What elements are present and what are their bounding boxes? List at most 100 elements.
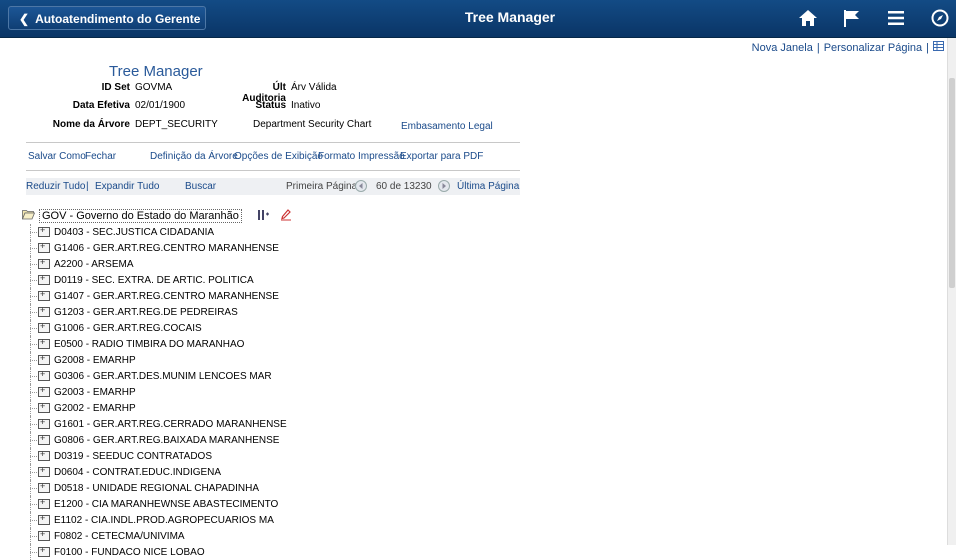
closed-folder-icon[interactable]: [38, 241, 50, 253]
closed-folder-icon[interactable]: [38, 401, 50, 413]
vertical-scrollbar[interactable]: [947, 38, 956, 545]
tree-node[interactable]: G0306 - GER.ART.DES.MUNIM LENCOES MAR: [22, 368, 522, 384]
tree-branch: [30, 296, 37, 297]
flag-icon[interactable]: [840, 6, 864, 30]
tree-branch: [30, 280, 37, 281]
tree-node-label[interactable]: E1102 - CIA.INDL.PROD.AGROPECUARIOS MA: [54, 515, 274, 526]
save-as-link[interactable]: Salvar Como: [28, 151, 86, 162]
tree-node-label[interactable]: E1200 - CIA MARANHEWNSE ABASTECIMENTO: [54, 499, 278, 510]
tree-node[interactable]: G1407 - GER.ART.REG.CENTRO MARANHENSE: [22, 288, 522, 304]
tree-node-label[interactable]: D0119 - SEC. EXTRA. DE ARTIC. POLITICA: [54, 275, 254, 286]
tree-node-label[interactable]: G2003 - EMARHP: [54, 387, 136, 398]
tree-node-label[interactable]: G1601 - GER.ART.REG.CERRADO MARANHENSE: [54, 419, 287, 430]
tree-node-label[interactable]: D0518 - UNIDADE REGIONAL CHAPADINHA: [54, 483, 259, 494]
separator: |: [926, 41, 929, 54]
new-window-link[interactable]: Nova Janela: [752, 42, 813, 54]
tree-node[interactable]: D0319 - SEEDUC CONTRATADOS: [22, 448, 522, 464]
tree-node[interactable]: E1200 - CIA MARANHEWNSE ABASTECIMENTO: [22, 496, 522, 512]
print-format-link[interactable]: Formato Impressão: [318, 151, 405, 162]
tree-node-label[interactable]: G2008 - EMARHP: [54, 355, 136, 366]
tree-node[interactable]: G1006 - GER.ART.REG.COCAIS: [22, 320, 522, 336]
closed-folder-icon[interactable]: [38, 225, 50, 237]
tree-view: GOV - Governo do Estado do Maranhão D040…: [21, 208, 522, 560]
tree-node[interactable]: D0518 - UNIDADE REGIONAL CHAPADINHA: [22, 480, 522, 496]
insert-node-icon[interactable]: [256, 209, 270, 224]
tree-node[interactable]: G2002 - EMARHP: [22, 400, 522, 416]
tree-node[interactable]: F0100 - FUNDACO NICE LOBAO: [22, 544, 522, 560]
closed-folder-icon[interactable]: [38, 369, 50, 381]
closed-folder-icon[interactable]: [38, 273, 50, 285]
tree-root[interactable]: GOV - Governo do Estado do Maranhão: [21, 208, 522, 224]
tree-branch: [30, 360, 37, 361]
tree-node-label[interactable]: F0100 - FUNDACO NICE LOBAO: [54, 547, 205, 558]
last-page-link[interactable]: Última Página: [457, 181, 519, 192]
closed-folder-icon[interactable]: [38, 513, 50, 525]
tree-node-label[interactable]: D0604 - CONTRAT.EDUC.INDIGENA: [54, 467, 221, 478]
edit-pencil-icon[interactable]: [280, 208, 292, 224]
tree-node-label[interactable]: D0319 - SEEDUC CONTRATADOS: [54, 451, 212, 462]
tree-node[interactable]: G2008 - EMARHP: [22, 352, 522, 368]
tree-node[interactable]: D0119 - SEC. EXTRA. DE ARTIC. POLITICA: [22, 272, 522, 288]
export-pdf-link[interactable]: Exportar para PDF: [400, 151, 483, 162]
closed-folder-icon[interactable]: [38, 289, 50, 301]
tree-node[interactable]: E1102 - CIA.INDL.PROD.AGROPECUARIOS MA: [22, 512, 522, 528]
closed-folder-icon[interactable]: [38, 337, 50, 349]
closed-folder-icon[interactable]: [38, 497, 50, 509]
tree-branch: [30, 536, 37, 537]
tree-node[interactable]: G0806 - GER.ART.REG.BAIXADA MARANHENSE: [22, 432, 522, 448]
closed-folder-icon[interactable]: [38, 417, 50, 429]
navigate-icon[interactable]: [928, 6, 952, 30]
collapse-all-link[interactable]: Reduzir Tudo: [26, 181, 85, 192]
tree-node-label[interactable]: G1406 - GER.ART.REG.CENTRO MARANHENSE: [54, 243, 279, 254]
tree-node[interactable]: D0604 - CONTRAT.EDUC.INDIGENA: [22, 464, 522, 480]
close-link[interactable]: Fechar: [85, 151, 116, 162]
tree-branch: [30, 344, 37, 345]
divider: [26, 170, 520, 171]
tree-node[interactable]: G1203 - GER.ART.REG.DE PEDREIRAS: [22, 304, 522, 320]
closed-folder-icon[interactable]: [38, 465, 50, 477]
closed-folder-icon[interactable]: [38, 305, 50, 317]
closed-folder-icon[interactable]: [38, 257, 50, 269]
previous-page-icon[interactable]: [354, 180, 368, 195]
back-button[interactable]: ❮ Autoatendimento do Gerente: [8, 6, 206, 30]
tree-node-label[interactable]: G0306 - GER.ART.DES.MUNIM LENCOES MAR: [54, 371, 272, 382]
closed-folder-icon[interactable]: [38, 433, 50, 445]
tree-node[interactable]: D0403 - SEC.JUSTICA CIDADANIA: [22, 224, 522, 240]
tree-node-label[interactable]: D0403 - SEC.JUSTICA CIDADANIA: [54, 227, 214, 238]
tree-node-label[interactable]: A2200 - ARSEMA: [54, 259, 133, 270]
tree-node-label[interactable]: G2002 - EMARHP: [54, 403, 136, 414]
legal-basis-link[interactable]: Embasamento Legal: [401, 121, 493, 132]
tree-node-label[interactable]: G1203 - GER.ART.REG.DE PEDREIRAS: [54, 307, 238, 318]
first-page-label[interactable]: Primeira Página: [286, 181, 357, 192]
menu-icon[interactable]: [884, 6, 908, 30]
closed-folder-icon[interactable]: [38, 321, 50, 333]
grid-icon[interactable]: [933, 41, 944, 54]
top-icon-bar: [796, 5, 956, 31]
scrollbar-thumb[interactable]: [949, 78, 955, 288]
find-link[interactable]: Buscar: [185, 181, 216, 192]
tree-node-label[interactable]: G1407 - GER.ART.REG.CENTRO MARANHENSE: [54, 291, 279, 302]
tree-node[interactable]: G2003 - EMARHP: [22, 384, 522, 400]
closed-folder-icon[interactable]: [38, 353, 50, 365]
tree-node[interactable]: G1406 - GER.ART.REG.CENTRO MARANHENSE: [22, 240, 522, 256]
tree-node-label[interactable]: G0806 - GER.ART.REG.BAIXADA MARANHENSE: [54, 435, 279, 446]
display-options-link[interactable]: Opções de Exibição: [234, 151, 323, 162]
closed-folder-icon[interactable]: [38, 529, 50, 541]
personalize-page-link[interactable]: Personalizar Página: [824, 42, 922, 54]
next-page-icon[interactable]: [437, 180, 451, 195]
closed-folder-icon[interactable]: [38, 481, 50, 493]
tree-node[interactable]: F0802 - CETECMA/UNIVIMA: [22, 528, 522, 544]
tree-node-label[interactable]: F0802 - CETECMA/UNIVIMA: [54, 531, 185, 542]
tree-node-label[interactable]: E0500 - RADIO TIMBIRA DO MARANHAO: [54, 339, 244, 350]
tree-node[interactable]: A2200 - ARSEMA: [22, 256, 522, 272]
tree-definition-link[interactable]: Definição da Árvore: [150, 151, 238, 162]
closed-folder-icon[interactable]: [38, 545, 50, 557]
tree-node[interactable]: E0500 - RADIO TIMBIRA DO MARANHAO: [22, 336, 522, 352]
home-icon[interactable]: [796, 6, 820, 30]
tree-node-label[interactable]: G1006 - GER.ART.REG.COCAIS: [54, 323, 202, 334]
tree-root-label[interactable]: GOV - Governo do Estado do Maranhão: [39, 209, 242, 223]
closed-folder-icon[interactable]: [38, 385, 50, 397]
expand-all-link[interactable]: Expandir Tudo: [95, 181, 160, 192]
tree-node[interactable]: G1601 - GER.ART.REG.CERRADO MARANHENSE: [22, 416, 522, 432]
closed-folder-icon[interactable]: [38, 449, 50, 461]
